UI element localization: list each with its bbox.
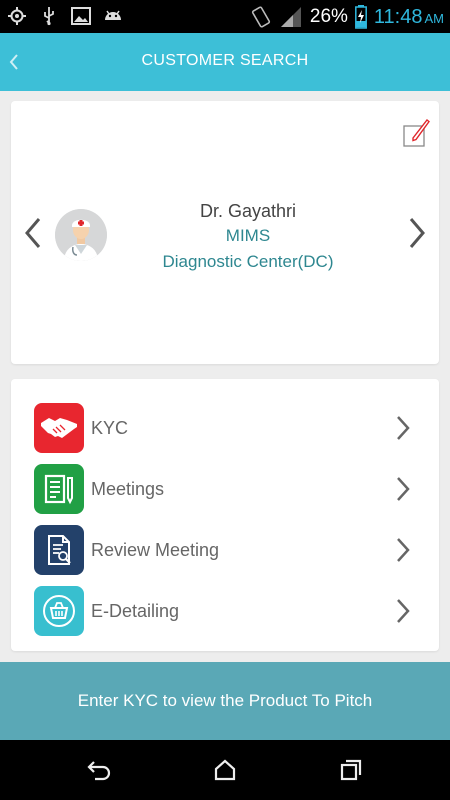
chevron-left-icon[interactable] xyxy=(23,216,43,250)
organization-type: Diagnostic Center(DC) xyxy=(162,252,334,271)
handshake-icon xyxy=(34,403,84,453)
home-icon[interactable] xyxy=(212,757,238,783)
rotate-icon xyxy=(250,6,272,28)
menu-item-meetings[interactable]: Meetings xyxy=(11,462,439,516)
customer-profile-card: Dr. Gayathri MIMS Diagnostic Center(DC) xyxy=(11,101,439,364)
menu-item-label: Review Meeting xyxy=(91,539,220,560)
clock-ampm: AM xyxy=(424,10,445,26)
menu-item-label: E-Detailing xyxy=(91,600,180,621)
battery-percent: 26% xyxy=(309,6,348,27)
chevron-right-icon xyxy=(395,414,411,442)
menu-item-kyc[interactable]: KYC xyxy=(11,401,439,455)
android-icon xyxy=(102,5,124,27)
doctor-avatar-icon xyxy=(55,209,107,261)
clock-time: 11:48 xyxy=(373,5,423,28)
basket-icon xyxy=(34,586,84,636)
action-menu-card: KYC Meetings Review Meeting E-Detailing xyxy=(11,379,439,651)
menu-item-e-detailing[interactable]: E-Detailing xyxy=(11,584,439,638)
profile-info: Dr. Gayathri MIMS Diagnostic Center(DC) xyxy=(123,199,373,275)
status-right: 26% 11:48 AM xyxy=(250,2,444,32)
document-review-icon xyxy=(34,525,84,575)
app-header: CUSTOMER SEARCH xyxy=(0,33,450,91)
back-icon[interactable] xyxy=(86,757,112,783)
doctor-name: Dr. Gayathri xyxy=(199,201,297,221)
battery-charging-icon xyxy=(354,5,368,29)
signal-icon xyxy=(278,6,304,28)
menu-item-label: Meetings xyxy=(91,478,165,499)
page-title: CUSTOMER SEARCH xyxy=(141,52,309,69)
system-nav-bar xyxy=(0,740,450,800)
menu-item-label: KYC xyxy=(91,417,129,438)
status-bar: 26% 11:48 AM xyxy=(0,0,450,33)
gps-icon xyxy=(6,5,28,27)
clock: 11:48 AM xyxy=(374,6,444,29)
kyc-prompt-text: Enter KYC to view the Product To Pitch xyxy=(77,691,373,710)
chevron-right-icon xyxy=(395,536,411,564)
chevron-right-icon[interactable] xyxy=(407,216,427,250)
chevron-right-icon xyxy=(395,597,411,625)
menu-item-review-meeting[interactable]: Review Meeting xyxy=(11,523,439,577)
usb-icon xyxy=(38,5,60,27)
status-left-icons xyxy=(6,5,124,27)
kyc-prompt-banner[interactable]: Enter KYC to view the Product To Pitch xyxy=(0,662,450,740)
notepad-icon xyxy=(34,464,84,514)
edit-icon[interactable] xyxy=(403,118,431,148)
image-icon xyxy=(70,5,92,27)
recents-icon[interactable] xyxy=(338,757,364,783)
organization-name: MIMS xyxy=(225,226,271,245)
chevron-right-icon xyxy=(395,475,411,503)
